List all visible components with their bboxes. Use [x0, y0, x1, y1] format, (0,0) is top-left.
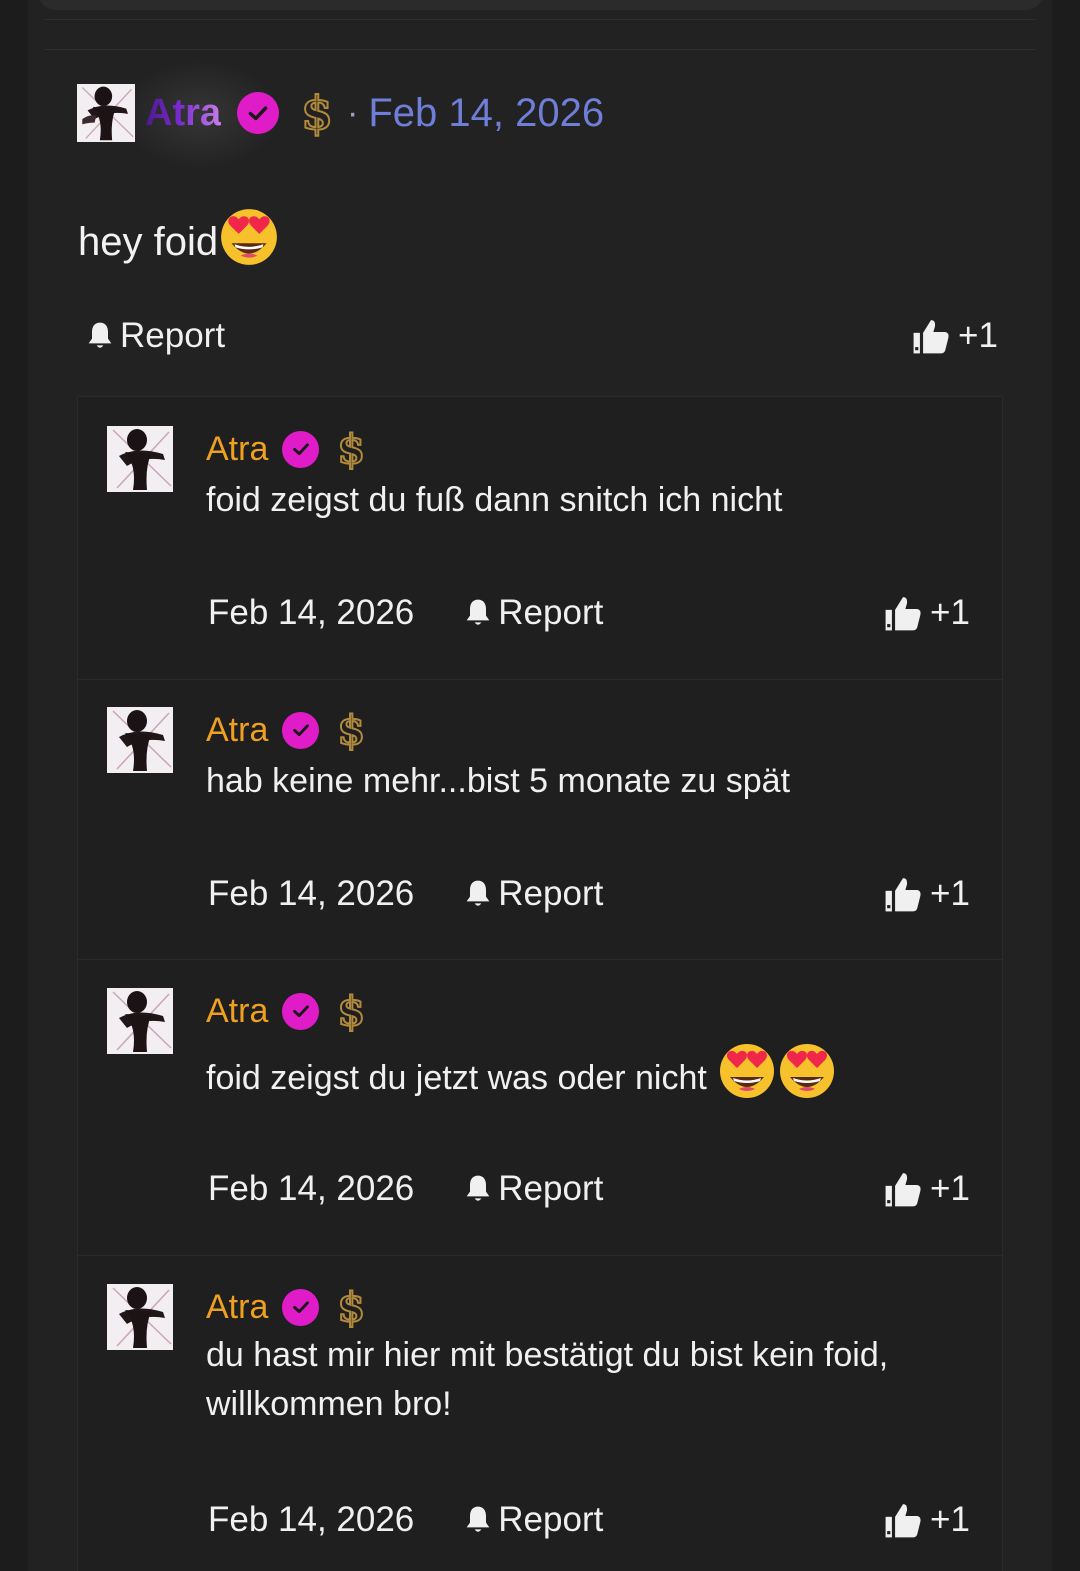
reply-actions: Feb 14, 2026 Report [208, 1169, 603, 1209]
reply-actions: Feb 14, 2026 Report [208, 593, 603, 633]
report-button[interactable]: Report [462, 874, 603, 914]
verified-check-icon [237, 92, 280, 134]
reply-item: Atra $ foid zeigst du jetzt was oder nic… [78, 959, 1002, 1256]
report-label: Report [498, 874, 604, 913]
like-button[interactable]: +1 [884, 593, 970, 633]
star-struck-emoji [218, 206, 280, 278]
reply-date[interactable]: Feb 14, 2026 [208, 1169, 414, 1209]
reply-author[interactable]: Atra [206, 711, 268, 750]
reply-header: Atra $ [206, 425, 366, 474]
report-button[interactable]: Report [462, 1169, 603, 1209]
post-date[interactable]: Feb 14, 2026 [368, 91, 604, 136]
reply-text: foid zeigst du fuß dann snitch ich nicht [206, 481, 783, 519]
reply-author[interactable]: Atra [206, 1288, 268, 1327]
report-button[interactable]: Report [84, 316, 225, 356]
replies-list: Atra $ foid zeigst du fuß dann snitch ic… [77, 396, 1003, 1571]
bell-icon [466, 1175, 490, 1201]
bell-icon [88, 322, 112, 348]
reply-item: Atra $ du hast mir hier mit bestätigt du… [78, 1255, 1002, 1571]
reply-header: Atra $ [206, 1283, 366, 1332]
thumbs-up-icon [885, 1173, 921, 1207]
separator: · [347, 93, 359, 132]
report-button[interactable]: Report [462, 1500, 603, 1540]
reply-actions: Feb 14, 2026 Report [208, 874, 603, 914]
like-count: +1 [930, 1169, 970, 1208]
post-text: hey foid [78, 219, 219, 264]
post-body: hey foid [78, 206, 280, 278]
report-label: Report [498, 593, 604, 632]
report-label: Report [498, 1500, 604, 1539]
reply-header: Atra $ [206, 987, 366, 1036]
bell-icon [466, 1506, 490, 1532]
avatar[interactable] [107, 1284, 173, 1350]
reply-item: Atra $ hab keine mehr...bist 5 monate zu… [78, 679, 1002, 960]
verified-check-icon [282, 711, 320, 749]
reply-text: hab keine mehr...bist 5 monate zu spät [206, 762, 791, 800]
divider [44, 49, 1036, 50]
reply-text: du hast mir hier mit bestätigt du bist k… [206, 1336, 889, 1423]
dollar-icon: $ [336, 706, 366, 755]
like-button[interactable]: +1 [884, 1500, 970, 1540]
thumbs-up-icon [913, 320, 949, 354]
bell-icon [466, 880, 490, 906]
star-struck-emoji [717, 1041, 777, 1115]
reply-date[interactable]: Feb 14, 2026 [208, 1500, 414, 1540]
verified-check-icon [282, 1288, 320, 1326]
post-actions: Report [84, 316, 225, 356]
divider [44, 19, 1036, 20]
previous-card [38, 0, 1044, 10]
like-count: +1 [958, 316, 998, 355]
like-button[interactable]: +1 [884, 874, 970, 914]
avatar[interactable] [107, 707, 173, 773]
report-button[interactable]: Report [462, 593, 603, 633]
page: Atra $ · Feb 14, 2026 hey foid Report +1… [0, 0, 1080, 1571]
avatar[interactable] [107, 988, 173, 1054]
avatar[interactable] [107, 426, 173, 492]
reply-date[interactable]: Feb 14, 2026 [208, 874, 414, 914]
like-count: +1 [930, 1500, 970, 1539]
report-label: Report [498, 1169, 604, 1208]
dollar-icon: $ [336, 425, 366, 474]
reply-text: foid zeigst du jetzt was oder nicht [206, 1058, 707, 1097]
dollar-icon: $ [336, 987, 366, 1036]
reply-date[interactable]: Feb 14, 2026 [208, 593, 414, 633]
reply-header: Atra $ [206, 706, 366, 755]
dollar-icon: $ [300, 85, 334, 141]
like-button[interactable]: +1 [912, 316, 998, 356]
thumbs-up-icon [885, 878, 921, 912]
reply-author[interactable]: Atra [206, 992, 268, 1031]
bell-icon [466, 599, 490, 625]
like-button[interactable]: +1 [884, 1169, 970, 1209]
reply-body: foid zeigst du jetzt was oder nicht [206, 1041, 966, 1115]
verified-check-icon [282, 992, 320, 1030]
report-label: Report [120, 316, 226, 355]
verified-check-icon [282, 430, 320, 468]
star-struck-emoji [777, 1041, 837, 1115]
post-header: Atra $ · Feb 14, 2026 [77, 84, 604, 142]
avatar[interactable] [77, 84, 135, 142]
like-count: +1 [930, 593, 970, 632]
thumbs-up-icon [885, 597, 921, 631]
reply-actions: Feb 14, 2026 Report [208, 1500, 603, 1540]
like-count: +1 [930, 874, 970, 913]
author-name[interactable]: Atra [145, 92, 221, 135]
thumbs-up-icon [885, 1504, 921, 1538]
dollar-icon: $ [336, 1283, 366, 1332]
reply-author[interactable]: Atra [206, 430, 268, 469]
reply-item: Atra $ foid zeigst du fuß dann snitch ic… [78, 397, 1002, 680]
